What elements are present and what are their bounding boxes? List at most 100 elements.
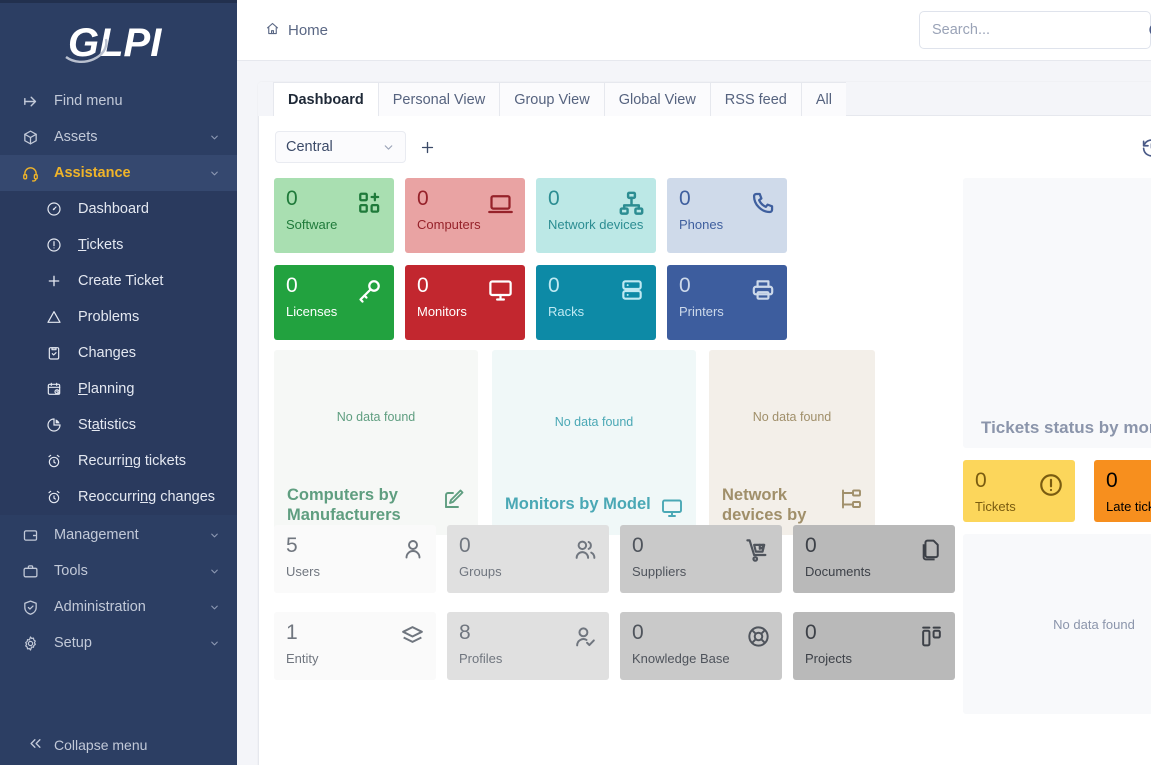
right-bottom-card[interactable]: No data found — [963, 534, 1151, 714]
sidebar-nav: Find menu Assets Assistance — [0, 81, 237, 725]
stat-tile-licenses[interactable]: 0 Licenses — [274, 265, 394, 340]
sidebar-item-label: Administration — [44, 599, 209, 615]
stat-label: Projects — [805, 651, 943, 666]
dashboard-toolbar: Central — [259, 116, 1151, 178]
collapse-menu-button[interactable]: Collapse menu — [0, 725, 237, 765]
sidebar-submenu-assistance: Dashboard Tickets Create Ticket — [0, 191, 237, 515]
stat-label: Racks — [548, 304, 644, 319]
stat-tile-computers[interactable]: 0 Computers — [405, 178, 525, 253]
clipboard-check-icon — [46, 345, 68, 361]
sidebar-item-setup[interactable]: Setup — [0, 625, 237, 661]
sidebar-item-label: Management — [44, 527, 209, 543]
alarm-clock-icon — [46, 489, 68, 505]
laptop-icon — [487, 190, 514, 217]
chart-card-title: Computers by Manufacturers — [287, 485, 436, 525]
stat-label: Documents — [805, 564, 943, 579]
stat-tile-users[interactable]: 5 Users — [274, 525, 436, 593]
sidebar-item-assets[interactable]: Assets — [0, 119, 237, 155]
dashboard-grid: 0 Software 0 Computers — [259, 178, 1151, 765]
add-dashboard-button[interactable] — [410, 131, 444, 163]
sidebar-item-reoccurring-changes[interactable]: Reoccurring changes — [0, 479, 237, 515]
search-input[interactable] — [932, 22, 1140, 38]
sidebar-item-label: Problems — [68, 309, 139, 325]
chart-card-monitors-by-model[interactable]: No data found Monitors by Model — [492, 350, 696, 535]
sidebar-item-recurring-tickets[interactable]: Recurring tickets — [0, 443, 237, 479]
stat-tile-printers[interactable]: 0 Printers — [667, 265, 787, 340]
printer-icon — [750, 277, 776, 303]
stat-tile-projects[interactable]: 0 Projects — [793, 612, 955, 680]
app-root: GLPI Find menu Assets — [0, 0, 1151, 765]
stat-label: Monitors — [417, 304, 513, 319]
stat-tile-network-devices[interactable]: 0 Network devices — [536, 178, 656, 253]
glpi-logo[interactable]: GLPI — [0, 3, 237, 81]
stat-label: Network devices — [548, 217, 644, 232]
stat-tile-documents[interactable]: 0 Documents — [793, 525, 955, 593]
sidebar-item-management[interactable]: Management — [0, 517, 237, 553]
sidebar-item-tickets[interactable]: Tickets — [0, 227, 237, 263]
sidebar-item-create-ticket[interactable]: Create Ticket — [0, 263, 237, 299]
history-icon[interactable] — [1134, 130, 1151, 164]
chevron-down-icon — [209, 530, 221, 541]
tab-personal-view[interactable]: Personal View — [378, 82, 499, 116]
box-icon — [22, 129, 44, 146]
sidebar-item-assistance[interactable]: Assistance — [0, 155, 237, 191]
search-box[interactable] — [919, 11, 1151, 49]
stat-label: Printers — [679, 304, 775, 319]
sidebar-item-label: Reoccurring changes — [68, 489, 215, 505]
svg-text:GLPI: GLPI — [68, 21, 162, 65]
stat-tile-entity[interactable]: 1 Entity — [274, 612, 436, 680]
sidebar-item-dashboard[interactable]: Dashboard — [0, 191, 237, 227]
dashboard-board: Central — [258, 116, 1151, 765]
stat-label: Entity — [286, 651, 424, 666]
sidebar-item-problems[interactable]: Problems — [0, 299, 237, 335]
sidebar-item-statistics[interactable]: Statistics — [0, 407, 237, 443]
sidebar-item-administration[interactable]: Administration — [0, 589, 237, 625]
dashboard-select[interactable]: Central — [275, 131, 406, 163]
stat-label: Users — [286, 564, 424, 579]
dashboard-select-value: Central — [286, 139, 333, 155]
stat-tile-tickets[interactable]: 0 Tickets — [963, 460, 1075, 522]
chart-card-computers-by-manufacturers[interactable]: No data found Computers by Manufacturers — [274, 350, 478, 535]
stat-tile-phones[interactable]: 0 Phones — [667, 178, 787, 253]
stat-tile-suppliers[interactable]: 0 Suppliers — [620, 525, 782, 593]
tab-dashboard[interactable]: Dashboard — [273, 82, 378, 116]
dashboard-panel: Dashboard Personal View Group View Globa… — [258, 82, 1151, 765]
key-icon — [356, 277, 383, 304]
network-tree-icon — [839, 485, 863, 516]
sidebar-item-label: Statistics — [68, 417, 136, 433]
stat-tile-profiles[interactable]: 8 Profiles — [447, 612, 609, 680]
chevron-down-icon — [209, 168, 221, 179]
tabs-filler — [846, 82, 1151, 116]
chart-card-network-devices-by[interactable]: No data found Network devices by — [709, 350, 875, 535]
sidebar-item-label: Setup — [44, 635, 209, 651]
tab-global-view[interactable]: Global View — [604, 82, 710, 116]
stat-label: Licenses — [286, 304, 382, 319]
tab-all[interactable]: All — [801, 82, 846, 116]
kanban-icon — [919, 624, 944, 649]
stat-tile-racks[interactable]: 0 Racks — [536, 265, 656, 340]
sidebar-item-label: Assistance — [44, 165, 209, 181]
monitor-icon — [487, 277, 514, 304]
gear-icon — [22, 635, 44, 652]
sidebar-item-changes[interactable]: Changes — [0, 335, 237, 371]
briefcase-icon — [22, 563, 44, 580]
breadcrumb[interactable]: Home — [265, 21, 328, 40]
sidebar-item-tools[interactable]: Tools — [0, 553, 237, 589]
sidebar-item-label: Dashboard — [68, 201, 149, 217]
gauge-icon — [46, 201, 68, 217]
stat-tile-monitors[interactable]: 0 Monitors — [405, 265, 525, 340]
tickets-status-by-month-card[interactable]: No data found Tickets status by month — [963, 178, 1151, 448]
chart-card-title: Tickets status by month — [981, 418, 1151, 438]
arrow-right-icon — [22, 93, 44, 110]
sidebar-item-find-menu[interactable]: Find menu — [0, 83, 237, 119]
search-icon[interactable] — [1147, 21, 1151, 40]
stat-tile-software[interactable]: 0 Software — [274, 178, 394, 253]
stat-tile-late-tickets[interactable]: 0 Late tickets — [1094, 460, 1151, 522]
tab-group-view[interactable]: Group View — [499, 82, 604, 116]
content-area: Dashboard Personal View Group View Globa… — [237, 61, 1151, 765]
stat-tile-knowledge-base[interactable]: 0 Knowledge Base — [620, 612, 782, 680]
tab-rss-feed[interactable]: RSS feed — [710, 82, 801, 116]
sidebar-item-planning[interactable]: Planning — [0, 371, 237, 407]
stat-label: Phones — [679, 217, 775, 232]
stat-tile-groups[interactable]: 0 Groups — [447, 525, 609, 593]
